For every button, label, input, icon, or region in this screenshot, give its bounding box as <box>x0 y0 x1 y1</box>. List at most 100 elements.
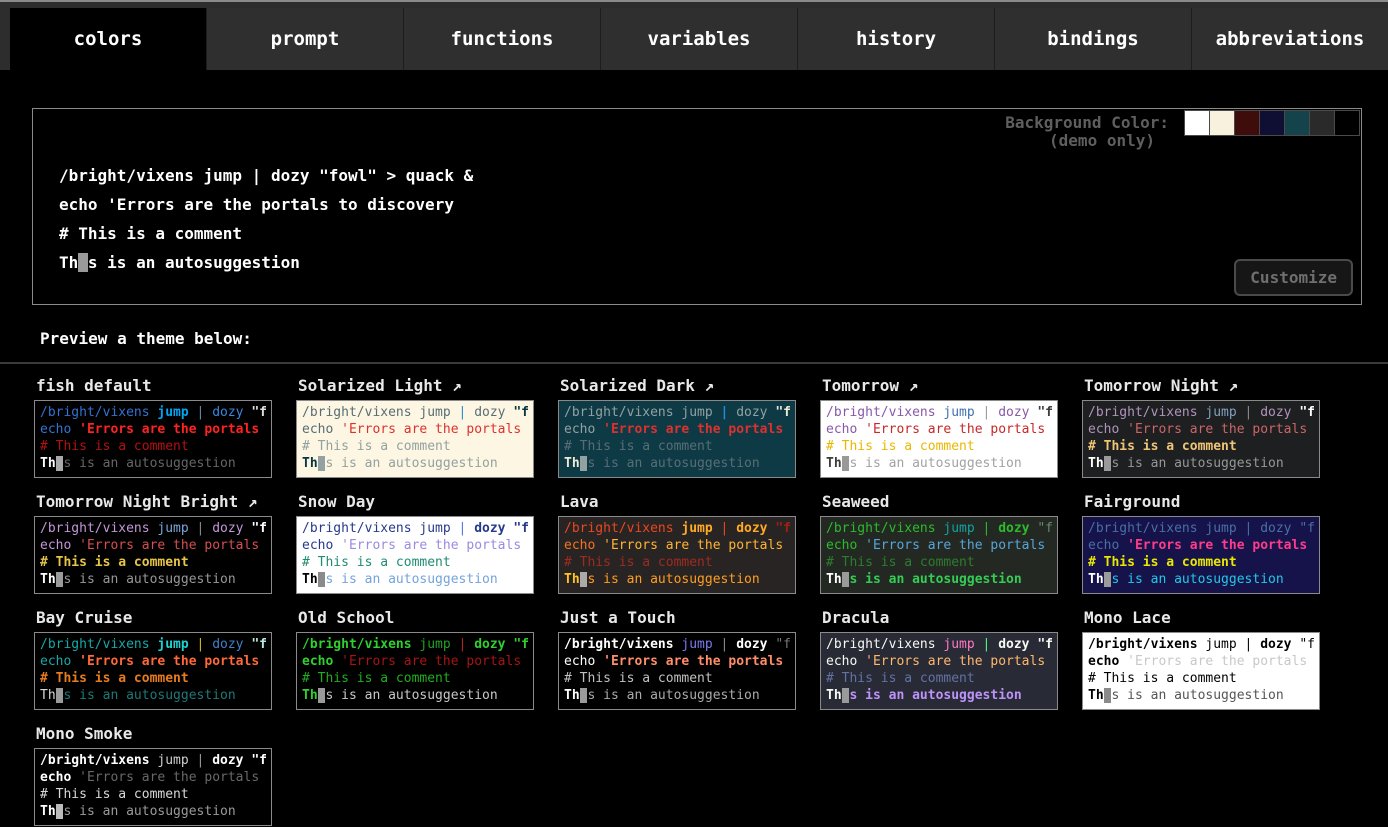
sample-line-error: echo 'Errors are the portals to discover… <box>302 537 528 554</box>
sample-line-command: /bright/vixens jump | dozy "fowl" > quac… <box>564 636 790 653</box>
sample-line-comment: # This is a comment <box>302 670 528 687</box>
theme-card-fairground: Fairground/bright/vixens jump | dozy "fo… <box>1082 490 1322 594</box>
tab-functions[interactable]: functions <box>403 8 600 70</box>
theme-sample-mono-lace[interactable]: /bright/vixens jump | dozy "fowl" > quac… <box>1082 632 1320 710</box>
theme-card-bay-cruise: Bay Cruise/bright/vixens jump | dozy "fo… <box>34 606 274 710</box>
theme-card-dracula: Dracula/bright/vixens jump | dozy "fowl"… <box>820 606 1060 710</box>
theme-sample-seaweed[interactable]: /bright/vixens jump | dozy "fowl" > quac… <box>820 516 1058 594</box>
theme-name: Seaweed <box>822 492 889 511</box>
theme-card-tomorrow-night-bright: Tomorrow Night Bright ↗ /bright/vixens ju… <box>34 490 274 594</box>
sample-line-error: echo 'Errors are the portals to discover… <box>1088 537 1314 554</box>
bg-swatch[interactable] <box>1184 110 1210 136</box>
customize-button[interactable]: Customize <box>1234 259 1353 296</box>
theme-card-just-a-touch: Just a Touch/bright/vixens jump | dozy "… <box>558 606 798 710</box>
theme-name: Mono Smoke <box>36 724 132 743</box>
tab-prompt[interactable]: prompt <box>206 8 403 70</box>
theme-sample-old-school[interactable]: /bright/vixens jump | dozy "fowl" > quac… <box>296 632 534 710</box>
external-link-icon[interactable]: ↗ <box>238 492 257 511</box>
theme-title: Solarized Dark ↗ <box>560 376 798 395</box>
theme-sample-fairground[interactable]: /bright/vixens jump | dozy "fowl" > quac… <box>1082 516 1320 594</box>
theme-preview-panel: Background Color: (demo only) /bright/vi… <box>32 108 1362 305</box>
sample-line-autosuggestion: This is an autosuggestion <box>40 455 266 472</box>
sample-line-command: /bright/vixens jump | dozy "fowl" > quac… <box>826 636 1052 653</box>
sample-line-error: echo 'Errors are the portals to discover… <box>40 421 266 438</box>
sample-line-command: /bright/vixens jump | dozy "fowl" > quac… <box>302 636 528 653</box>
sample-line-command: /bright/vixens jump | dozy "fowl" > quac… <box>826 520 1052 537</box>
theme-card-snow-day: Snow Day/bright/vixens jump | dozy "fowl… <box>296 490 536 594</box>
external-link-icon[interactable]: ↗ <box>899 376 918 395</box>
sample-line-comment: # This is a comment <box>564 670 790 687</box>
tab-colors[interactable]: colors <box>10 8 206 70</box>
sample-line-comment: # This is a comment <box>302 438 528 455</box>
sample-line-error: echo 'Errors are the portals to discover… <box>1088 421 1314 438</box>
bg-swatch[interactable] <box>1234 110 1260 136</box>
theme-sample-tomorrow[interactable]: /bright/vixens jump | dozy "fowl" > quac… <box>820 400 1058 478</box>
sample-line-error: echo 'Errors are the portals to discover… <box>826 653 1052 670</box>
theme-sample-just-a-touch[interactable]: /bright/vixens jump | dozy "fowl" > quac… <box>558 632 796 710</box>
sample-line-command: /bright/vixens jump | dozy "fowl" > quac… <box>40 520 266 537</box>
sample-line-autosuggestion: This is an autosuggestion <box>40 571 266 588</box>
theme-sample-solarized-dark[interactable]: /bright/vixens jump | dozy "fowl" > quac… <box>558 400 796 478</box>
theme-sample-fish-default[interactable]: /bright/vixens jump | dozy "fowl" > quac… <box>34 400 272 478</box>
sample-line-autosuggestion: This is an autosuggestion <box>40 803 266 820</box>
bg-swatch[interactable] <box>1209 110 1235 136</box>
sample-line-comment: # This is a comment <box>564 438 790 455</box>
theme-name: Just a Touch <box>560 608 676 627</box>
bg-swatch[interactable] <box>1259 110 1285 136</box>
sample-line-comment: # This is a comment <box>1088 670 1314 687</box>
theme-title: Snow Day <box>298 492 536 511</box>
external-link-icon[interactable]: ↗ <box>443 376 462 395</box>
external-link-icon[interactable]: ↗ <box>695 376 714 395</box>
background-color-label-line2: (demo only) <box>1005 132 1155 150</box>
theme-sample-mono-smoke[interactable]: /bright/vixens jump | dozy "fowl" > quac… <box>34 748 272 826</box>
sample-line-error: echo 'Errors are the portals to discover… <box>826 537 1052 554</box>
theme-card-old-school: Old School/bright/vixens jump | dozy "fo… <box>296 606 536 710</box>
sample-line-autosuggestion: This is an autosuggestion <box>302 687 528 704</box>
theme-sample-solarized-light[interactable]: /bright/vixens jump | dozy "fowl" > quac… <box>296 400 534 478</box>
sample-line-comment: # This is a comment <box>302 554 528 571</box>
theme-title: Lava <box>560 492 798 511</box>
sample-line-command: /bright/vixens jump | dozy "fowl" > quac… <box>40 404 266 421</box>
theme-name: Mono Lace <box>1084 608 1171 627</box>
tab-history[interactable]: history <box>797 8 994 70</box>
bg-swatch[interactable] <box>1284 110 1310 136</box>
theme-title: Tomorrow Night Bright ↗ <box>36 492 274 511</box>
bg-swatch[interactable] <box>1309 110 1335 136</box>
theme-name: Solarized Light <box>298 376 443 395</box>
theme-card-solarized-dark: Solarized Dark ↗ /bright/vixens jump | do… <box>558 374 798 478</box>
theme-title: Tomorrow Night ↗ <box>1084 376 1322 395</box>
sample-line-error: echo 'Errors are the portals to discover… <box>564 421 790 438</box>
tab-abbreviations[interactable]: abbreviations <box>1191 8 1388 70</box>
theme-name: Lava <box>560 492 599 511</box>
theme-sample-dracula[interactable]: /bright/vixens jump | dozy "fowl" > quac… <box>820 632 1058 710</box>
theme-sample-snow-day[interactable]: /bright/vixens jump | dozy "fowl" > quac… <box>296 516 534 594</box>
theme-title: Just a Touch <box>560 608 798 627</box>
sample-line-autosuggestion: This is an autosuggestion <box>1088 571 1314 588</box>
theme-sample-bay-cruise[interactable]: /bright/vixens jump | dozy "fowl" > quac… <box>34 632 272 710</box>
theme-sample-tomorrow-night-bright[interactable]: /bright/vixens jump | dozy "fowl" > quac… <box>34 516 272 594</box>
sample-line-autosuggestion: This is an autosuggestion <box>564 455 790 472</box>
theme-name: Tomorrow Night Bright <box>36 492 238 511</box>
theme-name: Fairground <box>1084 492 1180 511</box>
section-heading: Preview a theme below: <box>40 329 1388 348</box>
sample-line-comment: # This is a comment <box>826 554 1052 571</box>
sample-line-error: echo 'Errors are the portals to discover… <box>564 537 790 554</box>
theme-title: fish default <box>36 376 274 395</box>
sample-line-command: /bright/vixens jump | dozy "fowl" > quac… <box>40 752 266 769</box>
tab-variables[interactable]: variables <box>600 8 797 70</box>
sample-line-autosuggestion: This is an autosuggestion <box>826 455 1052 472</box>
background-color-label-line1: Background Color: <box>1005 114 1169 132</box>
theme-sample-lava[interactable]: /bright/vixens jump | dozy "fowl" > quac… <box>558 516 796 594</box>
theme-sample-tomorrow-night[interactable]: /bright/vixens jump | dozy "fowl" > quac… <box>1082 400 1320 478</box>
sample-line-command: /bright/vixens jump | dozy "fowl" > quac… <box>564 404 790 421</box>
sample-line-command: /bright/vixens jump | dozy "fowl" > quac… <box>40 636 266 653</box>
bg-swatch[interactable] <box>1334 110 1360 136</box>
sample-line-autosuggestion: This is an autosuggestion <box>1088 455 1314 472</box>
sample-line-autosuggestion: This is an autosuggestion <box>564 571 790 588</box>
sample-line-command: /bright/vixens jump | dozy "fowl" > quac… <box>564 520 790 537</box>
sample-line-comment: # This is a comment <box>1088 438 1314 455</box>
tab-bindings[interactable]: bindings <box>994 8 1191 70</box>
sample-line-error: echo 'Errors are the portals to discover… <box>40 769 266 786</box>
sample-line-error: echo 'Errors are the portals to discover… <box>302 653 528 670</box>
external-link-icon[interactable]: ↗ <box>1219 376 1238 395</box>
